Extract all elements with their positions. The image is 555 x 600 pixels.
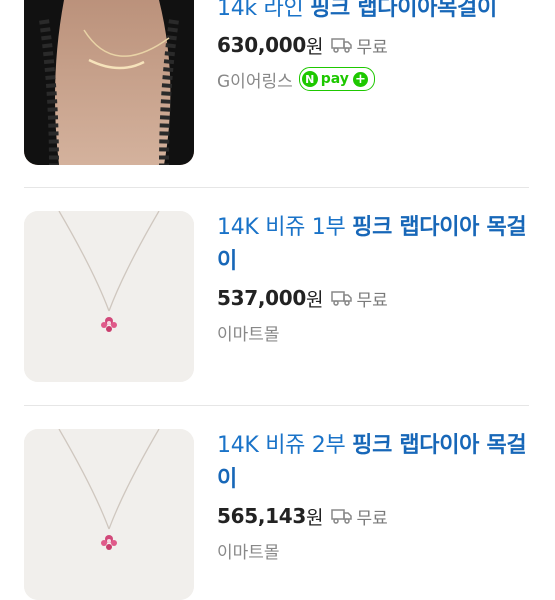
truck-icon — [331, 291, 353, 306]
necklace-photo — [24, 0, 194, 165]
product-title[interactable]: 14k 라인 핑크 랩다이아목걸이 — [217, 0, 537, 26]
shipping-info: 무료 — [331, 33, 388, 58]
product-title[interactable]: 14K 비쥬 2부 핑크 랩다이아 목걸이 — [217, 429, 537, 497]
store-row: 이마트몰 — [217, 319, 537, 345]
product-image[interactable] — [24, 429, 194, 600]
currency: 원 — [306, 35, 324, 58]
price: 537,000 — [217, 286, 306, 310]
price: 630,000 — [217, 33, 306, 57]
shipping-label: 무료 — [356, 37, 388, 58]
npay-label: pay — [320, 71, 349, 87]
product-image[interactable] — [24, 211, 194, 382]
truck-icon — [331, 38, 353, 53]
product-title[interactable]: 14K 비쥬 1부 핑크 랩다이아 목걸이 — [217, 211, 537, 279]
product-image[interactable] — [24, 0, 194, 165]
title-text: 14K 비쥬 1부 — [217, 215, 353, 240]
shipping-info: 무료 — [331, 286, 388, 311]
npay-badge: N pay + — [298, 67, 375, 91]
currency: 원 — [306, 506, 324, 529]
price-row: 565,143 원 무료 — [217, 501, 537, 531]
currency: 원 — [306, 288, 324, 311]
store-row: G이어링스 N pay + — [217, 66, 537, 92]
shipping-label: 무료 — [356, 290, 388, 311]
truck-icon — [331, 509, 353, 524]
divider — [24, 187, 529, 188]
store-name[interactable]: G이어링스 — [217, 67, 293, 92]
price-row: 630,000 원 무료 — [217, 30, 537, 60]
plus-icon: + — [352, 71, 368, 87]
price-row: 537,000 원 무료 — [217, 283, 537, 313]
title-text: 14k 라인 — [217, 0, 311, 21]
necklace-photo — [24, 429, 194, 600]
store-row: 이마트몰 — [217, 537, 537, 563]
title-highlight: 핑크 랩다이아목걸이 — [310, 0, 497, 21]
store-name[interactable]: 이마트몰 — [217, 320, 280, 345]
shipping-label: 무료 — [356, 508, 388, 529]
store-name[interactable]: 이마트몰 — [217, 538, 280, 563]
naver-n-icon: N — [301, 71, 318, 87]
title-text: 14K 비쥬 2부 — [217, 433, 353, 458]
divider — [24, 405, 529, 406]
price: 565,143 — [217, 504, 306, 528]
necklace-photo — [24, 211, 194, 382]
shipping-info: 무료 — [331, 504, 388, 529]
